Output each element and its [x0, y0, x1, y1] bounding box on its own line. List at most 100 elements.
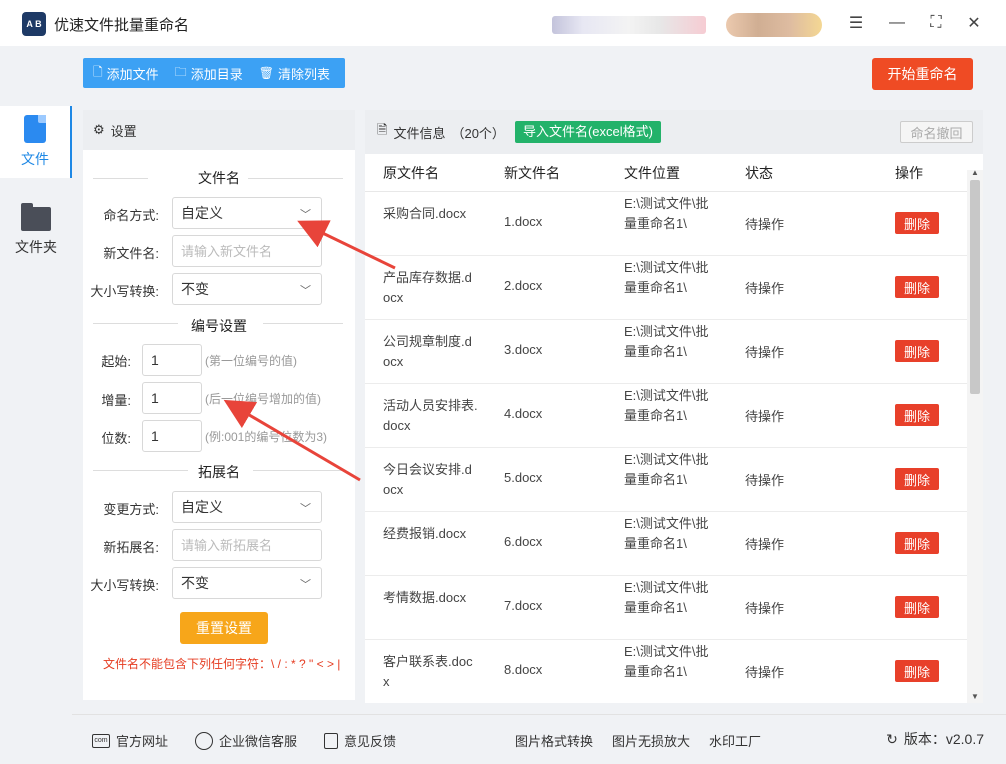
new-ext-input[interactable] [172, 529, 322, 561]
delete-button[interactable]: 删除 [895, 660, 939, 682]
settings-panel: ⚙ 设置 文件名 命名方式: 自定义 ﹀ 新文件名: 大小写转换: 不变 ﹀ 编… [83, 110, 355, 700]
file-table-body: 采购合同.docx 1.docx E:\测试文件\批量重命名1\ 待操作 删除 … [365, 192, 969, 703]
gear-icon: ⚙ [93, 122, 105, 137]
add-file-label: 添加文件 [106, 66, 159, 82]
cell-status: 待操作 [745, 281, 785, 296]
start-input[interactable]: 1 [142, 344, 202, 376]
undo-rename-button[interactable]: 命名撤回 [900, 121, 973, 143]
scroll-thumb[interactable] [970, 180, 980, 394]
wechat-service-link[interactable]: 企业微信客服 [195, 731, 297, 750]
watermark-link[interactable]: 水印工厂 [709, 731, 761, 750]
naming-mode-value: 自定义 [181, 205, 223, 221]
cell-status: 待操作 [745, 217, 785, 232]
cell-location: E:\测试文件\批量重命名1\ [624, 260, 709, 295]
cell-new: 6.docx [504, 534, 543, 549]
cell-status: 待操作 [745, 665, 785, 680]
table-row[interactable]: 经费报销.docx 6.docx E:\测试文件\批量重命名1\ 待操作 删除 [365, 512, 969, 576]
maximize-icon[interactable]: ⛶ [925, 12, 947, 34]
numbering-section-title: 编号设置 [191, 318, 247, 334]
scroll-up-icon[interactable]: ▲ [971, 168, 979, 177]
ext-section-title: 拓展名 [198, 464, 240, 480]
cell-original: 经费报销.docx [383, 526, 467, 541]
website-link[interactable]: com 官方网址 [92, 731, 168, 750]
cell-location: E:\测试文件\批量重命名1\ [624, 644, 709, 679]
table-row[interactable]: 产品库存数据.docx 2.docx E:\测试文件\批量重命名1\ 待操作 删… [365, 256, 969, 320]
ext-case-select[interactable]: 不变 ﹀ [172, 567, 322, 599]
start-rename-button[interactable]: 开始重命名 [872, 58, 973, 90]
case-label: 大小写转换: [90, 284, 159, 299]
cell-location: E:\测试文件\批量重命名1\ [624, 580, 709, 615]
step-input[interactable]: 1 [142, 382, 202, 414]
cell-status: 待操作 [745, 473, 785, 488]
nav-item-folder[interactable]: 文件夹 [0, 196, 72, 268]
cell-original: 考情数据.docx [383, 590, 467, 605]
close-icon[interactable]: ✕ [963, 12, 985, 34]
feedback-icon [324, 732, 338, 749]
cell-original: 客户联系表.docx [383, 654, 473, 689]
menu-icon[interactable]: ☰ [845, 12, 867, 34]
naming-mode-label: 命名方式: [103, 208, 159, 223]
new-name-input[interactable] [172, 235, 322, 267]
delete-button[interactable]: 删除 [895, 404, 939, 426]
blurred-user-info [552, 16, 706, 34]
version-info[interactable]: ↻ 版本：v2.0.7 [886, 729, 984, 749]
reset-settings-button[interactable]: 重置设置 [180, 612, 268, 644]
website-icon: com [92, 733, 110, 748]
img-convert-link[interactable]: 图片格式转换 [515, 731, 593, 750]
file-count: （20个） [451, 125, 505, 141]
img-enlarge-link[interactable]: 图片无损放大 [612, 731, 690, 750]
delete-button[interactable]: 删除 [895, 596, 939, 618]
refresh-icon: ↻ [886, 730, 898, 747]
table-scrollbar[interactable]: ▲ ▼ [967, 168, 983, 703]
table-row[interactable]: 活动人员安排表.docx 4.docx E:\测试文件\批量重命名1\ 待操作 … [365, 384, 969, 448]
clear-list-label: 清除列表 [277, 66, 330, 82]
digits-label: 位数: [101, 431, 131, 446]
delete-button[interactable]: 删除 [895, 532, 939, 554]
table-row[interactable]: 今日会议安排.docx 5.docx E:\测试文件\批量重命名1\ 待操作 删… [365, 448, 969, 512]
settings-title: 设置 [110, 123, 137, 139]
cell-status: 待操作 [745, 409, 785, 424]
delete-button[interactable]: 删除 [895, 212, 939, 234]
ext-case-label: 大小写转换: [90, 578, 159, 593]
scroll-down-icon[interactable]: ▼ [971, 692, 979, 701]
cell-original: 产品库存数据.docx [383, 270, 472, 305]
case-select[interactable]: 不变 ﹀ [172, 273, 322, 305]
cell-location: E:\测试文件\批量重命名1\ [624, 324, 709, 359]
digits-hint: (例:001的编号位数为3) [205, 430, 328, 444]
chevron-down-icon: ﹀ [300, 209, 311, 221]
feedback-link[interactable]: 意见反馈 [324, 731, 396, 750]
cell-new: 3.docx [504, 342, 543, 357]
add-file-button[interactable]: 🗋 添加文件 [93, 63, 159, 84]
img-enlarge-label: 图片无损放大 [612, 734, 691, 749]
cell-status: 待操作 [745, 345, 785, 360]
nav-item-file[interactable]: 文件 [0, 106, 72, 178]
table-row[interactable]: 采购合同.docx 1.docx E:\测试文件\批量重命名1\ 待操作 删除 [365, 192, 969, 256]
col-action: 操作 [895, 164, 923, 181]
minimize-icon[interactable]: — [886, 12, 908, 34]
import-excel-button[interactable]: 导入文件名(excel格式) [514, 121, 661, 143]
divider [248, 178, 343, 179]
naming-mode-select[interactable]: 自定义 ﹀ [172, 197, 322, 229]
delete-button[interactable]: 删除 [895, 276, 939, 298]
cell-location: E:\测试文件\批量重命名1\ [624, 388, 709, 423]
chevron-down-icon: ﹀ [300, 579, 311, 591]
table-row[interactable]: 考情数据.docx 7.docx E:\测试文件\批量重命名1\ 待操作 删除 [365, 576, 969, 640]
clear-list-button[interactable]: 🗑 清除列表 [259, 64, 330, 83]
file-icon [24, 115, 46, 143]
left-nav: 文件 文件夹 [0, 106, 72, 714]
cell-original: 今日会议安排.docx [383, 462, 472, 497]
digits-input[interactable]: 1 [142, 420, 202, 452]
img-convert-label: 图片格式转换 [515, 734, 594, 749]
ext-mode-select[interactable]: 自定义 ﹀ [172, 491, 322, 523]
table-row[interactable]: 客户联系表.docx 8.docx E:\测试文件\批量重命名1\ 待操作 删除 [365, 640, 969, 703]
nav-file-label: 文件 [21, 151, 49, 167]
ext-case-value: 不变 [181, 575, 209, 591]
folder-icon: 🗀 [174, 64, 187, 79]
delete-button[interactable]: 删除 [895, 340, 939, 362]
table-row[interactable]: 公司规章制度.docx 3.docx E:\测试文件\批量重命名1\ 待操作 删… [365, 320, 969, 384]
blurred-account-badge[interactable] [726, 13, 822, 37]
chevron-down-icon: ﹀ [300, 503, 311, 515]
delete-button[interactable]: 删除 [895, 468, 939, 490]
file-icon: 🗎 [377, 122, 388, 137]
add-dir-button[interactable]: 🗀 添加目录 [175, 63, 243, 84]
